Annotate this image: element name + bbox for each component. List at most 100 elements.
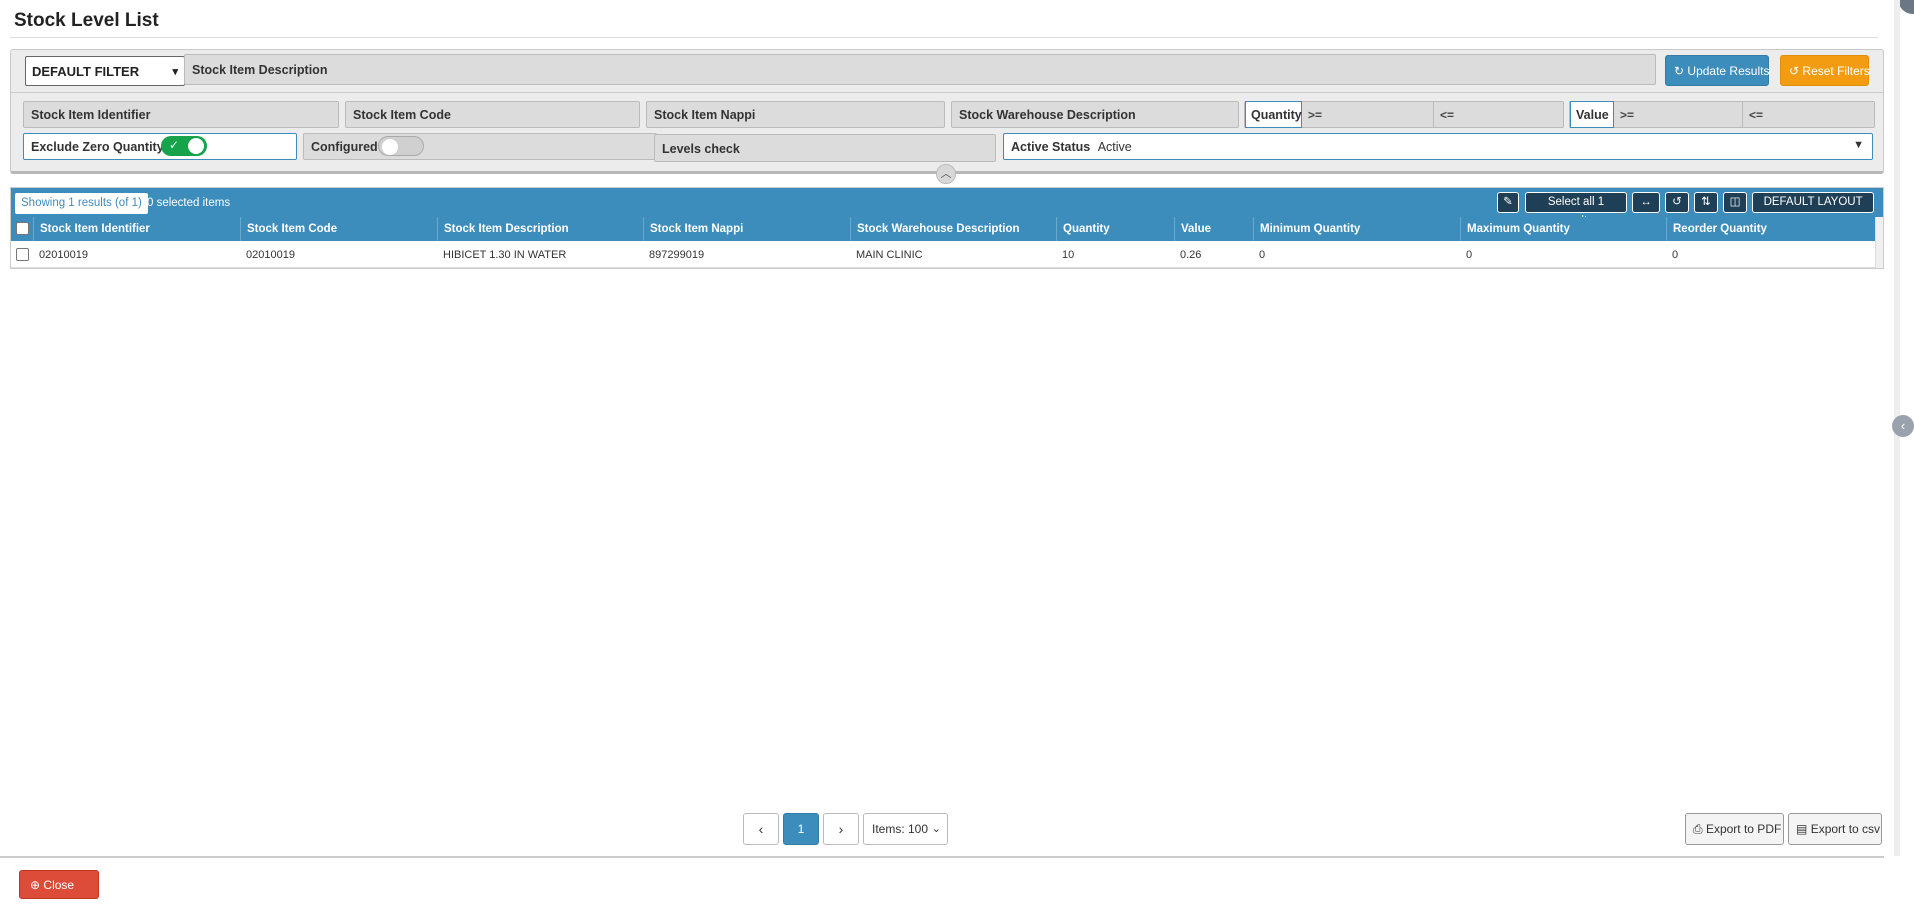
selected-items-count: 0 selected items xyxy=(147,197,231,209)
levels-check-filter[interactable]: Levels check xyxy=(654,134,996,162)
levels-check-label: Levels check xyxy=(662,142,740,156)
active-status-value: Active xyxy=(1097,140,1132,154)
results-grid: Showing 1 results (of 1) 0 selected item… xyxy=(10,187,1884,269)
print-icon: ⎙ xyxy=(1693,822,1703,836)
toggle-knob xyxy=(188,138,204,154)
quantity-max-input[interactable]: <= xyxy=(1440,108,1454,122)
grid-scrollbar[interactable] xyxy=(1875,217,1883,268)
column-header[interactable]: Minimum Quantity xyxy=(1253,217,1460,241)
update-results-label: Update Results xyxy=(1687,64,1770,78)
stock-warehouse-description-label: Stock Warehouse Description xyxy=(959,108,1136,122)
exclude-zero-quantity-filter: Exclude Zero Quantity xyxy=(23,133,297,160)
cell-reorder-quantity: 0 xyxy=(1672,249,1679,261)
stock-item-nappi-label: Stock Item Nappi xyxy=(654,108,756,122)
close-circle-icon: ⊕ xyxy=(30,878,41,892)
edit-icon[interactable]: ✎ xyxy=(1497,192,1519,213)
page-1-button[interactable]: 1 xyxy=(783,813,819,845)
file-icon: ▤ xyxy=(1796,822,1808,836)
stock-item-nappi-input[interactable]: Stock Item Nappi xyxy=(646,101,945,128)
next-page-button[interactable]: › xyxy=(823,813,859,845)
exclude-zero-quantity-toggle[interactable]: ✓ xyxy=(161,136,207,156)
update-results-button[interactable]: ↻ Update Results xyxy=(1665,55,1769,86)
export-pdf-button[interactable]: ⎙ Export to PDF xyxy=(1685,813,1784,845)
filter-panel: DEFAULT FILTER ▾ Stock Item Description … xyxy=(10,49,1884,174)
configured-toggle[interactable] xyxy=(378,136,424,156)
quantity-range-filter: Quantity >= <= xyxy=(1244,101,1564,128)
edit-glyph: ✎ xyxy=(1503,196,1513,208)
column-header[interactable]: Stock Warehouse Description xyxy=(850,217,1056,241)
value-max-input[interactable]: <= xyxy=(1749,108,1763,122)
grid-toolbar: Showing 1 results (of 1) 0 selected item… xyxy=(11,188,1883,227)
column-header[interactable]: Stock Item Description xyxy=(437,217,643,241)
footer-divider xyxy=(0,856,1884,858)
cell-quantity: 10 xyxy=(1062,249,1075,261)
stock-item-description-input[interactable]: Stock Item Description xyxy=(184,54,1656,85)
column-header[interactable]: Value xyxy=(1174,217,1253,241)
stock-item-code-input[interactable]: Stock Item Code xyxy=(345,101,640,128)
row-checkbox[interactable] xyxy=(16,248,29,261)
close-label: Close xyxy=(43,878,75,892)
title-divider xyxy=(10,37,1878,38)
sort-icon[interactable]: ⇅ xyxy=(1694,192,1718,213)
chevron-down-icon: ⌄ xyxy=(931,823,941,835)
collapse-filters-chevron-up-icon[interactable]: ︿ xyxy=(936,164,956,184)
cell-maximum-quantity: 0 xyxy=(1466,249,1473,261)
select-all-checkbox[interactable] xyxy=(16,222,29,235)
filter-preset-value: DEFAULT FILTER xyxy=(32,64,140,79)
column-header[interactable]: Quantity xyxy=(1056,217,1174,241)
export-csv-button[interactable]: ▤ Export to csv xyxy=(1788,813,1882,845)
quantity-range-divider xyxy=(1433,102,1434,127)
reset-filters-button[interactable]: ↺ Reset Filters xyxy=(1780,55,1870,86)
column-header[interactable]: Stock Item Identifier xyxy=(33,217,240,241)
export-csv-label: Export to csv xyxy=(1810,822,1881,836)
column-header[interactable]: Stock Item Nappi xyxy=(643,217,850,241)
filter-row-main: DEFAULT FILTER ▾ Stock Item Description … xyxy=(11,50,1883,93)
cell-description: HIBICET 1.30 IN WATER xyxy=(443,249,567,261)
prev-page-button[interactable]: ‹ xyxy=(743,813,779,845)
cell-warehouse: MAIN CLINIC xyxy=(856,249,923,261)
fit-columns-icon[interactable]: ↔ xyxy=(1632,192,1660,213)
active-status-select[interactable]: Active Status Active ▼ xyxy=(1003,133,1873,160)
select-all-button[interactable]: Select all 1 results xyxy=(1525,192,1627,227)
chevron-down-icon: ▾ xyxy=(172,66,178,78)
quantity-min-input[interactable]: >= xyxy=(1308,108,1322,122)
chevron-down-icon: ▼ xyxy=(1853,139,1864,151)
table-row[interactable]: 02010019 02010019 HIBICET 1.30 IN WATER … xyxy=(11,241,1875,268)
grid-header-row: Stock Item Identifier Stock Item Code St… xyxy=(11,217,1875,241)
filter-preset-select[interactable]: DEFAULT FILTER ▾ xyxy=(25,56,185,86)
configured-label: Configured xyxy=(311,140,378,154)
value-range-divider xyxy=(1742,102,1743,127)
value-range-filter: Value >= <= xyxy=(1569,101,1875,128)
columns-icon[interactable]: ◫ xyxy=(1723,192,1747,213)
configured-filter: Configured xyxy=(303,133,657,160)
exclude-zero-quantity-label: Exclude Zero Quantity xyxy=(31,140,164,154)
export-pdf-label: Export to PDF xyxy=(1705,822,1782,836)
cell-identifier: 02010019 xyxy=(39,249,88,261)
stock-item-code-label: Stock Item Code xyxy=(353,108,451,122)
reset-layout-icon[interactable]: ↺ xyxy=(1665,192,1689,213)
check-icon: ✓ xyxy=(169,138,180,152)
stock-item-identifier-input[interactable]: Stock Item Identifier xyxy=(23,101,339,128)
layout-dropdown[interactable]: DEFAULT LAYOUT ⌄ xyxy=(1752,192,1874,227)
close-button[interactable]: ⊕ Close xyxy=(19,870,99,899)
items-per-page-value: Items: 100 xyxy=(872,822,929,836)
stock-item-identifier-label: Stock Item Identifier xyxy=(31,108,151,122)
items-per-page-select[interactable]: Items: 100 ⌄ xyxy=(863,813,948,845)
page-title: Stock Level List xyxy=(14,10,159,31)
refresh-icon: ↻ xyxy=(1674,64,1685,78)
column-header[interactable]: Reorder Quantity xyxy=(1666,217,1875,241)
side-panel-chevron-icon[interactable]: ‹ xyxy=(1892,415,1914,437)
cell-code: 02010019 xyxy=(246,249,295,261)
column-header[interactable]: Stock Item Code xyxy=(240,217,437,241)
column-header[interactable]: Maximum Quantity xyxy=(1460,217,1666,241)
active-status-label: Active Status xyxy=(1011,140,1091,154)
value-range-label: Value xyxy=(1570,101,1614,128)
value-min-input[interactable]: >= xyxy=(1620,108,1634,122)
stock-warehouse-description-input[interactable]: Stock Warehouse Description xyxy=(951,101,1239,128)
quantity-range-label: Quantity xyxy=(1245,101,1302,128)
cell-nappi: 897299019 xyxy=(649,249,705,261)
toggle-knob xyxy=(382,139,398,155)
corner-decoration xyxy=(1898,0,1914,14)
stock-item-description-label: Stock Item Description xyxy=(192,63,328,77)
chevron-right-icon: › xyxy=(838,821,844,837)
